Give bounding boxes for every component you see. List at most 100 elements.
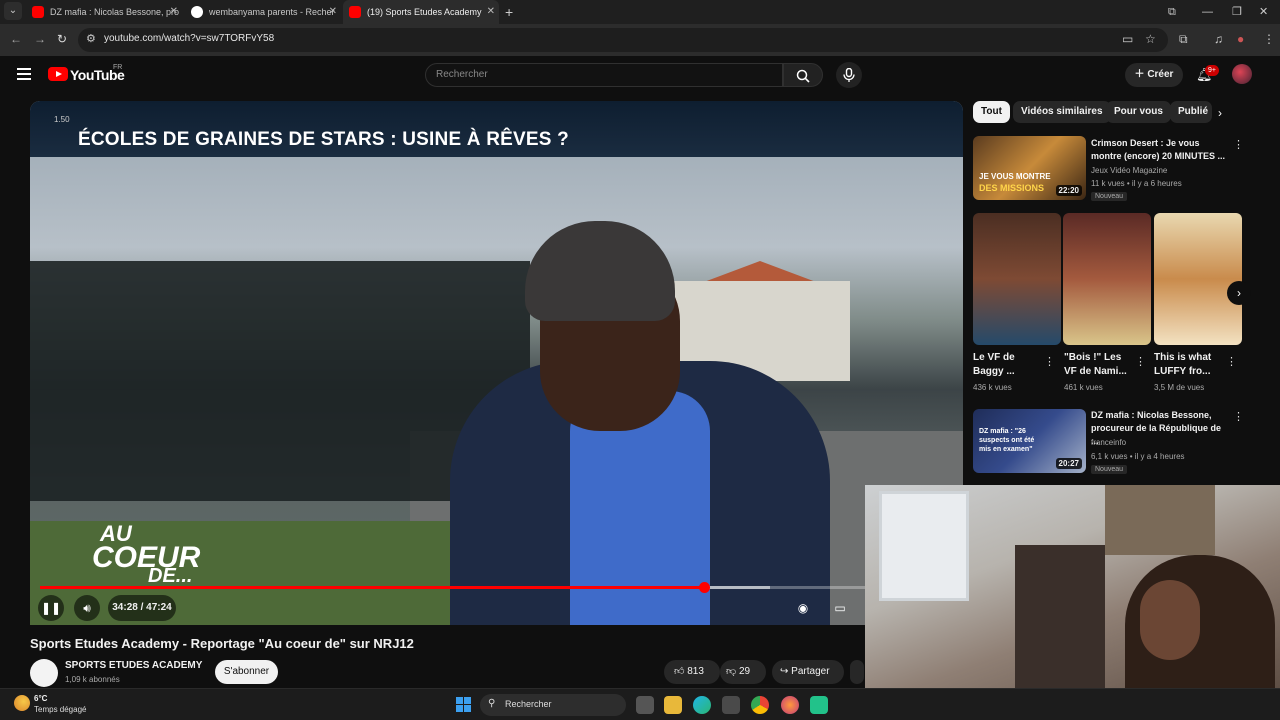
share-label: Partager <box>791 666 830 677</box>
more-options-icon[interactable]: ⋮ <box>1226 355 1237 368</box>
short-thumbnail-2[interactable] <box>1063 213 1151 345</box>
close-icon[interactable]: ✕ <box>329 0 337 24</box>
channel-name[interactable]: SPORTS ETUDES ACADEMY <box>65 660 202 671</box>
reload-icon[interactable]: ↻ <box>57 32 67 46</box>
more-options-icon[interactable]: ⋮ <box>1233 410 1244 423</box>
browser-toolbar: ← → ↻ ⚙ youtube.com/watch?v=sw7TORFvY58 … <box>0 24 1280 56</box>
short-title-3[interactable]: This is what LUFFY fro... <box>1154 351 1224 379</box>
profile-icon[interactable]: ● <box>1237 32 1244 46</box>
rec-title-1[interactable]: Crimson Desert : Je vous montre (encore)… <box>1091 137 1231 163</box>
extensions-icon[interactable]: ⧉ <box>1179 32 1188 47</box>
progress-bar[interactable] <box>40 582 953 593</box>
create-button[interactable]: ＋ Créer <box>1125 63 1183 87</box>
pause-button[interactable]: ❚❚ <box>38 595 64 621</box>
chip-for-you[interactable]: Pour vous <box>1106 101 1171 123</box>
close-icon[interactable]: ✕ <box>487 0 495 24</box>
volume-button[interactable]: 🔊︎ <box>74 595 100 621</box>
store-icon[interactable] <box>722 696 740 714</box>
windows-taskbar: 6°C Temps dégagé ⚲ Rechercher <box>0 688 1280 720</box>
short-title-2[interactable]: "Bois !" Les VF de Nami... <box>1064 351 1134 379</box>
hamburger-menu-icon[interactable] <box>17 68 31 80</box>
rec-channel-1[interactable]: Jeux Vidéo Magazine <box>1091 166 1167 175</box>
browser-tab-2[interactable]: wembanyama parents - Recher ✕ <box>185 0 341 24</box>
tab-title: DZ mafia : Nicolas Bessone, pro <box>50 7 180 17</box>
short-thumbnail-1[interactable] <box>973 213 1061 345</box>
more-actions-button[interactable] <box>850 660 864 684</box>
time-display: 34:28 / 47:24 <box>108 595 176 621</box>
rec-meta-1: 11 k vues • il y a 6 heures <box>1091 179 1182 188</box>
file-explorer-icon[interactable] <box>664 696 682 714</box>
site-info-icon[interactable]: ⚙ <box>86 32 96 45</box>
media-icon[interactable]: ♫ <box>1214 32 1223 46</box>
browser-tab-3-active[interactable]: (19) Sports Etudes Academy ✕ <box>343 0 499 24</box>
broadcast-timestamp: 1.50 <box>54 115 70 124</box>
autoplay-icon: ◉ <box>797 601 809 615</box>
short-title-1[interactable]: Le VF de Baggy ... <box>973 351 1043 379</box>
new-tab-button[interactable]: + <box>505 0 513 24</box>
short-views-3: 3,5 M de vues <box>1154 383 1205 392</box>
more-options-icon[interactable]: ⋮ <box>1135 355 1146 368</box>
firefox-icon[interactable] <box>781 696 799 714</box>
short-thumbnail-3[interactable] <box>1154 213 1242 345</box>
chevron-right-icon[interactable]: › <box>1218 106 1222 120</box>
minimize-button[interactable]: — <box>1202 0 1213 24</box>
channel-avatar[interactable] <box>30 659 58 687</box>
video-player[interactable]: 1.50 ÉCOLES DE GRAINES DE STARS : USINE … <box>30 101 963 625</box>
windows-start-icon[interactable] <box>456 697 472 713</box>
shelf-next-button[interactable]: › <box>1227 281 1251 305</box>
tab-group-icon[interactable]: ⧉ <box>1168 0 1176 24</box>
chrome-icon[interactable] <box>751 696 769 714</box>
account-avatar[interactable] <box>1232 64 1252 84</box>
browser-tab-1[interactable]: DZ mafia : Nicolas Bessone, pro ✕ <box>26 0 182 24</box>
autoplay-toggle[interactable]: ◉ <box>790 595 816 621</box>
rec-thumbnail-1[interactable]: JE VOUS MONTRE DES MISSIONS 22:20 <box>973 136 1086 200</box>
tab-search-button[interactable]: ⌄ <box>4 2 22 20</box>
address-bar[interactable]: ⚙ youtube.com/watch?v=sw7TORFvY58 <box>78 28 1168 52</box>
search-input[interactable]: Rechercher <box>425 63 783 87</box>
weather-icon[interactable] <box>14 695 30 711</box>
forward-icon[interactable]: → <box>34 32 46 46</box>
new-badge: Nouveau <box>1091 192 1128 201</box>
thumb-text-1: JE VOUS MONTRE <box>979 172 1051 181</box>
plus-icon: ＋ <box>1134 69 1148 80</box>
tab-title: wembanyama parents - Recher <box>209 7 335 17</box>
subtitles-icon: ▭ <box>834 601 846 615</box>
like-button[interactable]: 👍︎ 813 <box>664 660 720 684</box>
menu-dots-icon[interactable]: ⋮ <box>1263 32 1275 46</box>
cast-icon[interactable]: ▭ <box>1122 32 1133 46</box>
edge-icon[interactable] <box>693 696 711 714</box>
share-button[interactable]: ↪ Partager <box>772 660 844 684</box>
volume-icon: 🔊︎ <box>83 601 91 615</box>
webcam-face <box>1140 580 1200 660</box>
task-view-icon[interactable] <box>636 696 654 714</box>
progress-scrubber-handle[interactable] <box>698 582 710 593</box>
restore-button[interactable]: ❐ <box>1232 0 1242 24</box>
rec-channel-2[interactable]: franceinfo <box>1091 438 1126 447</box>
dislike-count: 29 <box>738 666 751 677</box>
chip-related[interactable]: Vidéos similaires <box>1013 101 1111 123</box>
chip-published[interactable]: Publié <box>1170 101 1212 123</box>
url-text: youtube.com/watch?v=sw7TORFvY58 <box>104 33 275 44</box>
back-icon[interactable]: ← <box>10 32 22 46</box>
bookmark-star-icon[interactable]: ☆ <box>1145 32 1156 46</box>
country-code: FR <box>113 64 123 71</box>
chip-all[interactable]: Tout <box>973 101 1010 123</box>
webcam-bookshelf <box>1015 545 1105 695</box>
subtitles-button[interactable]: ▭ <box>827 595 853 621</box>
more-options-icon[interactable]: ⋮ <box>1233 138 1244 151</box>
more-options-icon[interactable]: ⋮ <box>1044 355 1055 368</box>
dislike-button[interactable]: 👎︎ 29 <box>720 660 766 684</box>
taskbar-search[interactable]: ⚲ Rechercher <box>480 694 626 716</box>
voice-search-button[interactable] <box>836 62 862 88</box>
rec-thumbnail-2[interactable]: DZ mafia : "26 suspects ont été mis en e… <box>973 409 1086 473</box>
broadcast-title: ÉCOLES DE GRAINES DE STARS : USINE À RÊV… <box>78 129 569 150</box>
close-icon[interactable]: ✕ <box>170 0 178 24</box>
subscribe-button[interactable]: S'abonner <box>215 660 278 684</box>
app-icon[interactable] <box>810 696 828 714</box>
youtube-logo-icon[interactable] <box>48 67 68 81</box>
search-button[interactable] <box>783 63 823 87</box>
video-subject <box>430 161 850 625</box>
close-window-button[interactable]: ✕ <box>1259 0 1268 24</box>
search-placeholder: Rechercher <box>436 69 488 80</box>
thumbs-down-icon: 👎︎ <box>726 666 739 677</box>
